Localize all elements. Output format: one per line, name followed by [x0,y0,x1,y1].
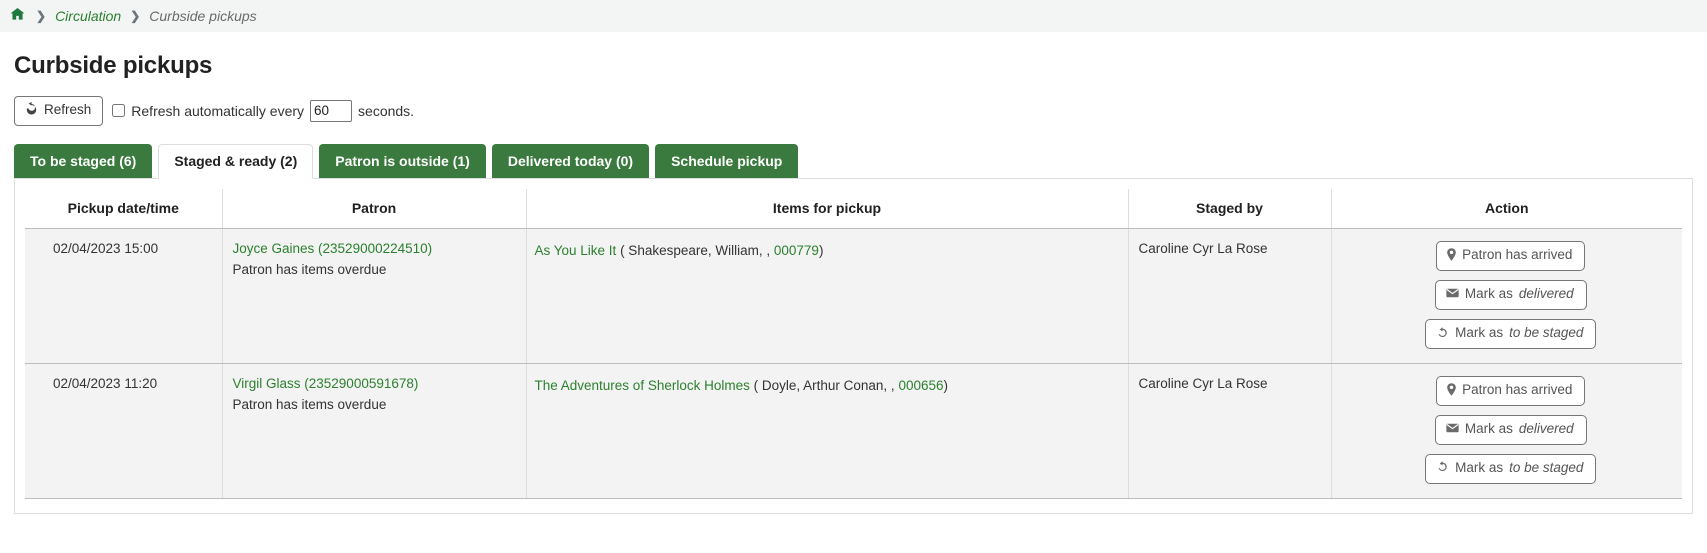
cell-patron: Virgil Glass (23529000591678) Patron has… [222,364,526,499]
mark-as-delivered-button[interactable]: Mark as delivered [1435,280,1587,310]
column-header-staged-by[interactable]: Staged by [1128,189,1331,229]
patron-has-arrived-button[interactable]: Patron has arrived [1436,376,1585,406]
patron-link[interactable]: Virgil Glass (23529000591678) [233,376,419,391]
tab-patron-is-outside[interactable]: Patron is outside (1) [319,144,486,179]
patron-link[interactable]: Joyce Gaines (23529000224510) [233,241,433,256]
patron-note: Patron has items overdue [233,397,516,412]
refresh-icon [25,102,38,119]
pickup-status-tabs: To be staged (6) Staged & ready (2) Patr… [14,144,1693,179]
item-entry: As You Like It ( Shakespeare, William, ,… [535,241,1118,261]
auto-refresh-checkbox[interactable] [112,104,125,117]
cell-pickup-datetime: 02/04/2023 11:20 [25,364,222,499]
item-meta-close: ) [819,243,824,258]
cell-items-for-pickup: The Adventures of Sherlock Holmes ( Doyl… [526,364,1128,499]
map-pin-icon [1447,248,1456,264]
mark-as-to-be-staged-button[interactable]: Mark as to be staged [1425,319,1596,349]
action-button-group: Patron has arrived Mark as delivered [1340,376,1683,484]
mark-as-delivered-label: Mark as [1465,421,1513,438]
curbside-pickups-table: Pickup date/time Patron Items for pickup… [25,189,1682,498]
cell-pickup-datetime: 02/04/2023 15:00 [25,229,222,364]
map-pin-icon [1447,383,1456,399]
seconds-suffix-label: seconds. [358,103,414,119]
breadcrumb-separator-1: ❯ [36,9,46,23]
mark-as-to-be-staged-emphasis: to be staged [1509,325,1583,342]
item-title-link[interactable]: The Adventures of Sherlock Holmes [535,378,750,393]
column-header-action[interactable]: Action [1331,189,1682,229]
column-header-items[interactable]: Items for pickup [526,189,1128,229]
table-body: 02/04/2023 15:00 Joyce Gaines (235290002… [25,229,1682,498]
tab-staged-and-ready[interactable]: Staged & ready (2) [158,144,313,180]
refresh-toolbar: Refresh Refresh automatically every seco… [14,96,1693,126]
refresh-button[interactable]: Refresh [14,96,103,126]
home-icon[interactable] [10,7,25,24]
column-header-pickup-datetime[interactable]: Pickup date/time [25,189,222,229]
breadcrumb-link-circulation[interactable]: Circulation [55,8,121,24]
envelope-icon [1446,423,1459,436]
pickups-table-panel: Pickup date/time Patron Items for pickup… [14,178,1693,513]
item-author-meta: ( Doyle, Arthur Conan, , [750,378,899,393]
breadcrumb: ❯ Circulation ❯ Curbside pickups [0,0,1707,32]
cell-patron: Joyce Gaines (23529000224510) Patron has… [222,229,526,364]
auto-refresh-group: Refresh automatically every seconds. [112,100,414,122]
item-meta-close: ) [944,378,949,393]
item-barcode-link[interactable]: 000656 [898,378,943,393]
patron-note: Patron has items overdue [233,262,516,277]
mark-as-delivered-button[interactable]: Mark as delivered [1435,415,1587,445]
mark-as-delivered-emphasis: delivered [1519,286,1574,303]
action-button-group: Patron has arrived Mark as delivered [1340,241,1683,349]
cell-staged-by: Caroline Cyr La Rose [1128,229,1331,364]
tab-delivered-today[interactable]: Delivered today (0) [492,144,649,179]
mark-as-to-be-staged-label: Mark as [1455,460,1503,477]
table-row: 02/04/2023 11:20 Virgil Glass (235290005… [25,364,1682,499]
refresh-button-label: Refresh [44,102,91,118]
item-title-link[interactable]: As You Like It [535,243,617,258]
tab-schedule-pickup[interactable]: Schedule pickup [655,144,798,179]
breadcrumb-separator-2: ❯ [130,9,140,23]
mark-as-to-be-staged-emphasis: to be staged [1509,460,1583,477]
table-header: Pickup date/time Patron Items for pickup… [25,189,1682,229]
cell-action: Patron has arrived Mark as delivered [1331,229,1682,364]
table-header-row: Pickup date/time Patron Items for pickup… [25,189,1682,229]
refresh-seconds-input[interactable] [310,100,352,122]
patron-has-arrived-label: Patron has arrived [1462,382,1572,399]
page-title: Curbside pickups [14,52,1693,80]
item-entry: The Adventures of Sherlock Holmes ( Doyl… [535,376,1118,396]
undo-icon [1436,326,1449,342]
item-barcode-link[interactable]: 000779 [774,243,819,258]
cell-items-for-pickup: As You Like It ( Shakespeare, William, ,… [526,229,1128,364]
tab-to-be-staged[interactable]: To be staged (6) [14,144,152,179]
breadcrumb-current: Curbside pickups [149,8,256,24]
table-row: 02/04/2023 15:00 Joyce Gaines (235290002… [25,229,1682,364]
mark-as-delivered-emphasis: delivered [1519,421,1574,438]
auto-refresh-label: Refresh automatically every [131,103,304,119]
mark-as-to-be-staged-button[interactable]: Mark as to be staged [1425,454,1596,484]
cell-action: Patron has arrived Mark as delivered [1331,364,1682,499]
mark-as-delivered-label: Mark as [1465,286,1513,303]
undo-icon [1436,460,1449,476]
envelope-icon [1446,288,1459,301]
patron-has-arrived-button[interactable]: Patron has arrived [1436,241,1585,271]
patron-has-arrived-label: Patron has arrived [1462,247,1572,264]
mark-as-to-be-staged-label: Mark as [1455,325,1503,342]
column-header-patron[interactable]: Patron [222,189,526,229]
page-container: Curbside pickups Refresh Refresh automat… [0,52,1707,514]
item-author-meta: ( Shakespeare, William, , [616,243,774,258]
cell-staged-by: Caroline Cyr La Rose [1128,364,1331,499]
